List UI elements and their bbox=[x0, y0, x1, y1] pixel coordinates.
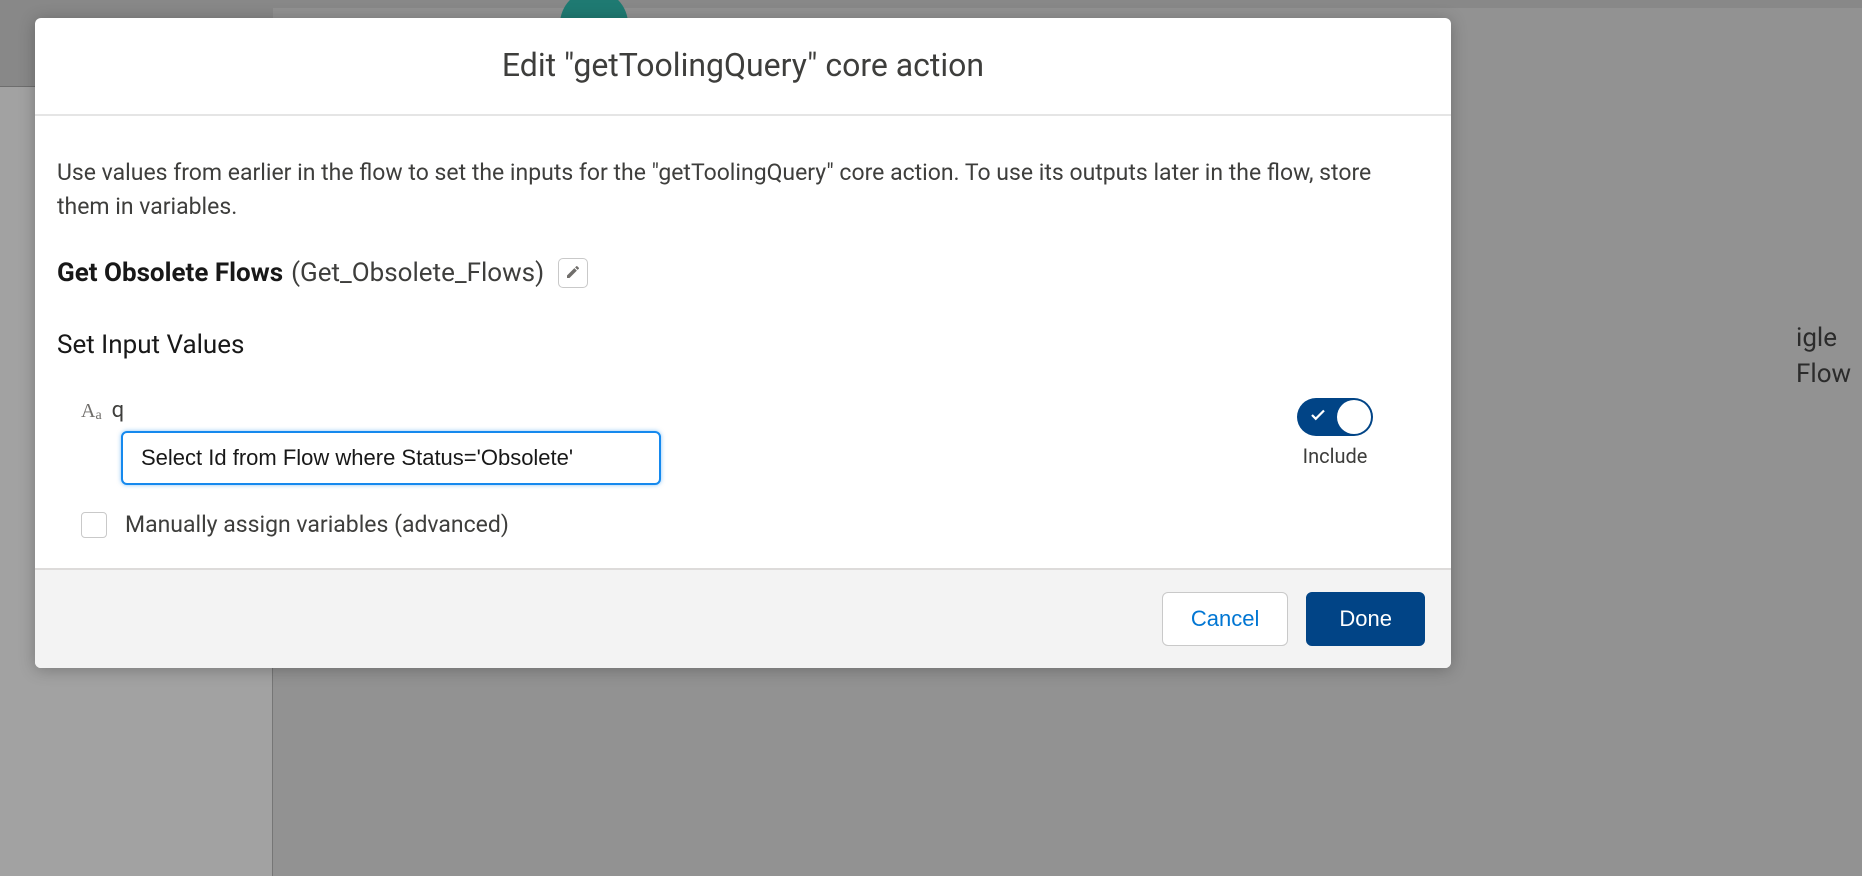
cancel-button[interactable]: Cancel bbox=[1162, 592, 1288, 646]
query-input-label-line: Aa q bbox=[81, 398, 661, 423]
include-toggle[interactable] bbox=[1297, 398, 1373, 436]
manual-assign-checkbox[interactable] bbox=[81, 512, 107, 538]
element-identity-row: Get Obsolete Flows (Get_Obsolete_Flows) bbox=[57, 258, 1429, 288]
check-icon bbox=[1309, 406, 1327, 428]
edit-label-button[interactable] bbox=[558, 258, 588, 288]
include-toggle-group: Include bbox=[1297, 398, 1429, 468]
manual-assign-label: Manually assign variables (advanced) bbox=[125, 511, 509, 538]
done-button[interactable]: Done bbox=[1306, 592, 1425, 646]
modal-title: Edit "getToolingQuery" core action bbox=[59, 46, 1427, 84]
manual-assign-row: Manually assign variables (advanced) bbox=[57, 511, 1429, 538]
modal-description: Use values from earlier in the flow to s… bbox=[57, 156, 1429, 224]
query-field-label: q bbox=[112, 398, 125, 423]
set-input-values-heading: Set Input Values bbox=[57, 330, 1429, 360]
query-input[interactable] bbox=[121, 431, 661, 485]
element-label: Get Obsolete Flows bbox=[57, 258, 283, 288]
canvas-element-partial: igle Flow bbox=[1790, 320, 1862, 392]
canvas-top-strip bbox=[0, 0, 1862, 8]
modal-body: Use values from earlier in the flow to s… bbox=[35, 116, 1451, 568]
text-type-icon: Aa bbox=[81, 400, 102, 423]
pencil-icon bbox=[565, 264, 581, 283]
modal-footer: Cancel Done bbox=[35, 568, 1451, 668]
include-toggle-label: Include bbox=[1303, 444, 1368, 468]
input-parameter-row: Aa q Include bbox=[57, 398, 1429, 485]
edit-action-modal: Edit "getToolingQuery" core action Use v… bbox=[35, 18, 1451, 668]
query-input-group: Aa q bbox=[81, 398, 661, 485]
toggle-knob bbox=[1337, 400, 1371, 434]
element-api-name: (Get_Obsolete_Flows) bbox=[291, 258, 544, 288]
modal-header: Edit "getToolingQuery" core action bbox=[35, 18, 1451, 116]
